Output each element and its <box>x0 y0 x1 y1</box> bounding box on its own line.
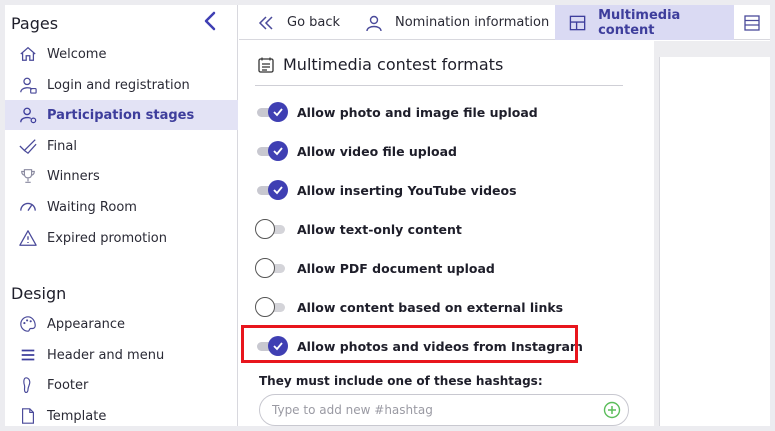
sidebar-item-expired[interactable]: Expired promotion <box>5 223 238 253</box>
toggle-photo-upload[interactable] <box>255 102 289 122</box>
hashtag-input[interactable] <box>259 394 629 426</box>
main-panel: Multimedia contest formats Allow photo a… <box>239 41 654 426</box>
toggle-youtube[interactable] <box>255 180 289 200</box>
toggle-external-links[interactable] <box>255 297 289 317</box>
check-icon <box>273 186 283 195</box>
sidebar-item-label: Login and registration <box>47 77 190 93</box>
tab-label: Multimedia content <box>598 7 681 38</box>
preview-canvas <box>659 57 770 426</box>
sidebar-item-appearance[interactable]: Appearance <box>5 309 238 339</box>
sidebar-item-label: Expired promotion <box>47 230 167 246</box>
check-icon <box>273 147 283 156</box>
panel-title: Multimedia contest formats <box>257 55 503 74</box>
user-icon <box>366 15 382 31</box>
sidebar-item-template[interactable]: Template <box>5 401 238 426</box>
option-text-only: Allow text-only content <box>255 217 462 241</box>
sidebar-item-participation[interactable]: Participation stages <box>5 100 238 130</box>
gauge-icon <box>17 196 39 218</box>
sidebar-item-label: Header and menu <box>47 347 165 363</box>
trophy-icon <box>17 165 39 187</box>
sidebar-item-label: Final <box>47 138 77 154</box>
layout-icon <box>569 15 586 30</box>
option-label: Allow photo and image file upload <box>297 104 538 120</box>
tab-nomination-information[interactable]: Nomination information <box>365 5 559 40</box>
option-pdf-upload: Allow PDF document upload <box>255 256 495 280</box>
sidebar-item-welcome[interactable]: Welcome <box>5 39 238 69</box>
user-lock-icon <box>17 74 39 96</box>
divider <box>255 85 623 86</box>
footer-icon <box>17 374 39 396</box>
double-chevron-left-icon <box>258 15 273 30</box>
option-label: Allow inserting YouTube videos <box>297 182 517 198</box>
tab-more[interactable] <box>743 5 770 40</box>
sidebar-item-winners[interactable]: Winners <box>5 161 238 191</box>
tab-label: Go back <box>287 15 341 30</box>
highlight-box <box>241 325 578 363</box>
check-icon <box>273 108 283 117</box>
section-title-design: Design <box>11 284 67 303</box>
sidebar-item-label: Appearance <box>47 316 126 332</box>
tab-go-back[interactable]: Go back <box>257 5 350 40</box>
tab-bar: Go back Nomination information Multimedi… <box>239 5 770 40</box>
section-title-pages: Pages <box>11 14 59 33</box>
option-label: Allow PDF document upload <box>297 260 495 276</box>
home-icon <box>17 43 39 65</box>
menu-icon <box>17 344 39 366</box>
toggle-text-only[interactable] <box>255 219 289 239</box>
panel-title-text: Multimedia contest formats <box>283 55 504 74</box>
tab-multimedia-content[interactable]: Multimedia content <box>555 5 734 40</box>
sidebar-item-label: Welcome <box>47 46 107 62</box>
sidebar-item-label: Template <box>47 408 107 424</box>
sidebar-item-login[interactable]: Login and registration <box>5 70 238 100</box>
warning-icon <box>17 227 39 249</box>
calendar-icon <box>258 57 274 73</box>
sidebar-item-label: Waiting Room <box>47 199 137 215</box>
sidebar-item-header-menu[interactable]: Header and menu <box>5 340 238 370</box>
sidebar: Pages Welcome Login and registration Par… <box>5 5 238 426</box>
template-icon <box>17 405 39 426</box>
option-photo-upload: Allow photo and image file upload <box>255 100 538 124</box>
option-video-upload: Allow video file upload <box>255 139 457 163</box>
list-icon <box>744 14 760 31</box>
palette-icon <box>17 313 39 335</box>
chevron-left-icon[interactable] <box>202 11 218 31</box>
hashtag-label: They must include one of these hashtags: <box>259 374 543 388</box>
tab-label: Nomination information <box>395 15 550 30</box>
sidebar-item-waiting-room[interactable]: Waiting Room <box>5 192 238 222</box>
option-youtube: Allow inserting YouTube videos <box>255 178 517 202</box>
sidebar-item-label: Footer <box>47 377 89 393</box>
sidebar-item-final[interactable]: Final <box>5 131 238 161</box>
option-external-links: Allow content based on external links <box>255 295 563 319</box>
app-frame: Pages Welcome Login and registration Par… <box>5 5 770 426</box>
add-circle-icon[interactable] <box>603 401 621 419</box>
sidebar-item-label: Winners <box>47 168 100 184</box>
toggle-pdf-upload[interactable] <box>255 258 289 278</box>
option-label: Allow content based on external links <box>297 299 564 315</box>
toggle-video-upload[interactable] <box>255 141 289 161</box>
user-settings-icon <box>17 104 39 126</box>
option-label: Allow text-only content <box>297 221 462 237</box>
sidebar-item-label: Participation stages <box>47 107 195 123</box>
sidebar-item-footer[interactable]: Footer <box>5 370 238 400</box>
double-check-icon <box>17 135 39 157</box>
option-label: Allow video file upload <box>297 143 458 159</box>
